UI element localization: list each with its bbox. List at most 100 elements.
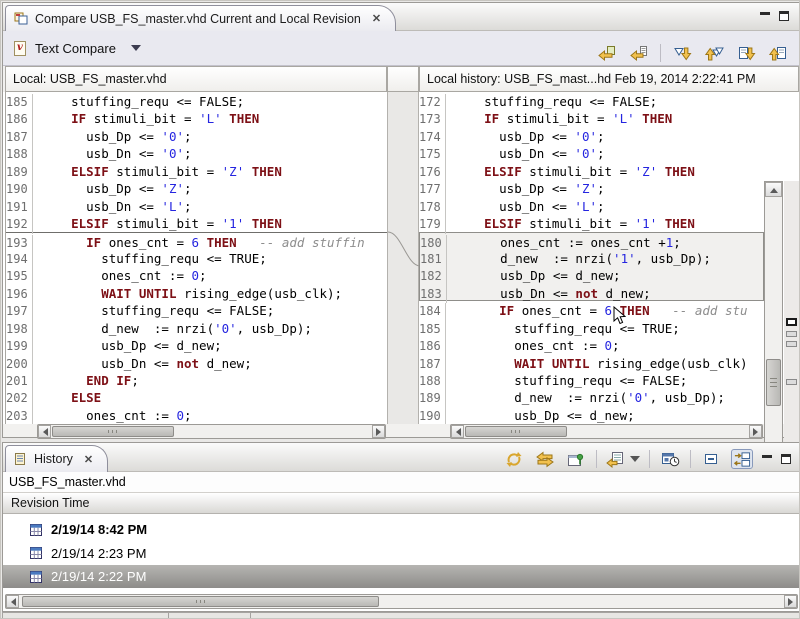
code-line[interactable]: 189 ELSIF stimuli_bit = 'Z' THEN: [6, 162, 387, 179]
code-line[interactable]: 183 usb_Dn <= not d_new;: [419, 284, 764, 301]
compare-mode-selector[interactable]: Text Compare: [3, 40, 141, 56]
scroll-left-icon[interactable]: [38, 425, 51, 438]
copy-all-right-to-left-button[interactable]: [596, 43, 618, 63]
code-line[interactable]: 174 usb_Dp <= '0';: [419, 127, 764, 144]
right-hscroll-thumb[interactable]: [465, 426, 567, 437]
code-line[interactable]: 196 WAIT UNTIL rising_edge(usb_clk);: [6, 284, 387, 301]
compare-mode-toggle[interactable]: [731, 449, 753, 469]
right-code-pane[interactable]: 172 stuffing_requ <= FALSE;173 IF stimul…: [419, 92, 764, 424]
code-line[interactable]: 202 ELSE: [6, 388, 387, 405]
refresh-button[interactable]: [503, 449, 525, 469]
code-line[interactable]: 193 IF ones_cnt = 6 THEN -- add stuffin: [6, 232, 387, 249]
code-line[interactable]: 190 usb_Dp <= d_new;: [419, 406, 764, 423]
code-line[interactable]: 190 usb_Dp <= 'Z';: [6, 179, 387, 196]
scroll-up-icon[interactable]: [765, 182, 782, 197]
code-line[interactable]: 179 ELSIF stimuli_bit = '1' THEN: [419, 214, 764, 231]
diff-connector-band: [387, 92, 419, 424]
history-revision-row[interactable]: 2/19/14 2:23 PM: [3, 542, 799, 565]
toolbar-separator: [649, 450, 650, 468]
code-line[interactable]: 187 usb_Dp <= '0';: [6, 127, 387, 144]
pin-button[interactable]: [565, 449, 587, 469]
toolbar-separator: [690, 450, 691, 468]
next-change-button[interactable]: [735, 43, 757, 63]
left-hscroll-thumb[interactable]: [52, 426, 174, 437]
previous-change-button[interactable]: [767, 43, 789, 63]
next-difference-button[interactable]: [671, 43, 693, 63]
scroll-right-icon[interactable]: [372, 425, 385, 438]
history-revision-row[interactable]: 2/19/14 2:22 PM: [3, 565, 799, 588]
code-line[interactable]: 189 d_new := nrzi('0', usb_Dp);: [419, 388, 764, 405]
code-line[interactable]: 186 IF stimuli_bit = 'L' THEN: [6, 109, 387, 126]
revision-icon: [30, 524, 42, 536]
code-line[interactable]: 200 usb_Dn <= not d_new;: [6, 354, 387, 371]
collapse-all-button[interactable]: [700, 449, 722, 469]
code-line[interactable]: 173 IF stimuli_bit = 'L' THEN: [419, 109, 764, 126]
code-line[interactable]: 184 IF ones_cnt = 6 THEN -- add stu: [419, 301, 764, 318]
right-horizontal-scrollbar[interactable]: [450, 424, 763, 439]
code-line[interactable]: 180 ones_cnt := ones_cnt +1;: [419, 232, 764, 249]
history-revision-row[interactable]: 2/19/14 8:42 PM: [3, 518, 799, 541]
scroll-right-icon[interactable]: [749, 425, 762, 438]
history-horizontal-scrollbar[interactable]: [5, 594, 798, 609]
maximize-icon[interactable]: [779, 11, 789, 21]
code-line[interactable]: 182 usb_Dp <= d_new;: [419, 266, 764, 283]
left-code-pane[interactable]: 185 stuffing_requ <= FALSE;186 IF stimul…: [5, 92, 387, 424]
code-line[interactable]: 198 d_new := nrzi('0', usb_Dp);: [6, 319, 387, 336]
code-line[interactable]: 188 usb_Dn <= '0';: [6, 144, 387, 161]
scroll-left-icon[interactable]: [451, 425, 464, 438]
group-by-button[interactable]: [606, 449, 640, 469]
tab-history[interactable]: History ✕: [5, 445, 108, 472]
code-line[interactable]: 181 d_new := nrzi('1', usb_Dp);: [419, 249, 764, 266]
code-line[interactable]: 192 ELSIF stimuli_bit = '1' THEN: [6, 214, 387, 231]
copy-current-right-to-left-button[interactable]: [628, 43, 650, 63]
close-icon[interactable]: ✕: [368, 12, 381, 25]
status-bar: [2, 612, 800, 619]
chevron-down-icon[interactable]: [630, 456, 640, 467]
code-line[interactable]: 201 END IF;: [6, 371, 387, 388]
chevron-down-icon[interactable]: [131, 45, 141, 56]
line-number: 192: [6, 216, 33, 233]
code-line[interactable]: 187 WAIT UNTIL rising_edge(usb_clk): [419, 354, 764, 371]
code-line[interactable]: 185 stuffing_requ <= TRUE;: [419, 319, 764, 336]
line-number: 186: [419, 338, 446, 355]
minimize-icon[interactable]: [760, 12, 770, 21]
code-line[interactable]: 194 stuffing_requ <= TRUE;: [6, 249, 387, 266]
code-line[interactable]: 203 ones_cnt := 0;: [6, 406, 387, 423]
code-line[interactable]: 178 usb_Dn <= 'L';: [419, 197, 764, 214]
overview-marker-current[interactable]: [786, 318, 797, 326]
toolbar-separator: [596, 450, 597, 468]
code-line[interactable]: 195 ones_cnt := 0;: [6, 266, 387, 283]
overview-marker[interactable]: [786, 341, 797, 347]
revision-time-column-header[interactable]: Revision Time: [3, 493, 799, 514]
code-line[interactable]: 172 stuffing_requ <= FALSE;: [419, 92, 764, 109]
line-number: 179: [419, 216, 446, 233]
code-line[interactable]: 191 usb_Dn <= 'L';: [6, 197, 387, 214]
scroll-left-icon[interactable]: [6, 595, 19, 608]
link-with-editor-button[interactable]: [534, 449, 556, 469]
code-line[interactable]: 197 stuffing_requ <= FALSE;: [6, 301, 387, 318]
compare-tab-title: Compare USB_FS_master.vhd Current and Lo…: [35, 12, 361, 26]
tab-compare[interactable]: Compare USB_FS_master.vhd Current and Lo…: [5, 5, 396, 31]
code-line[interactable]: 199 usb_Dp <= d_new;: [6, 336, 387, 353]
left-horizontal-scrollbar[interactable]: [37, 424, 386, 439]
date-time-mode-button[interactable]: [659, 449, 681, 469]
code-line[interactable]: 188 stuffing_requ <= FALSE;: [419, 371, 764, 388]
code-line[interactable]: 176 ELSIF stimuli_bit = 'Z' THEN: [419, 162, 764, 179]
status-cell: [2, 612, 169, 619]
mouse-cursor: [613, 306, 626, 325]
overview-marker[interactable]: [786, 379, 797, 385]
code-line[interactable]: 186 ones_cnt := 0;: [419, 336, 764, 353]
minimize-icon[interactable]: [762, 455, 772, 464]
previous-difference-button[interactable]: [703, 43, 725, 63]
code-line[interactable]: 177 usb_Dp <= 'Z';: [419, 179, 764, 196]
close-icon[interactable]: ✕: [80, 453, 93, 466]
vertical-scrollbar-thumb[interactable]: [766, 359, 781, 406]
maximize-icon[interactable]: [781, 454, 791, 464]
history-hscroll-thumb[interactable]: [22, 596, 379, 607]
line-number: 190: [419, 408, 446, 424]
code-line[interactable]: 185 stuffing_requ <= FALSE;: [6, 92, 387, 109]
code-line[interactable]: 175 usb_Dn <= '0';: [419, 144, 764, 161]
right-pane-header: Local history: USB_FS_mast...hd Feb 19, …: [419, 66, 799, 92]
overview-marker[interactable]: [786, 331, 797, 337]
scroll-right-icon[interactable]: [784, 595, 797, 608]
